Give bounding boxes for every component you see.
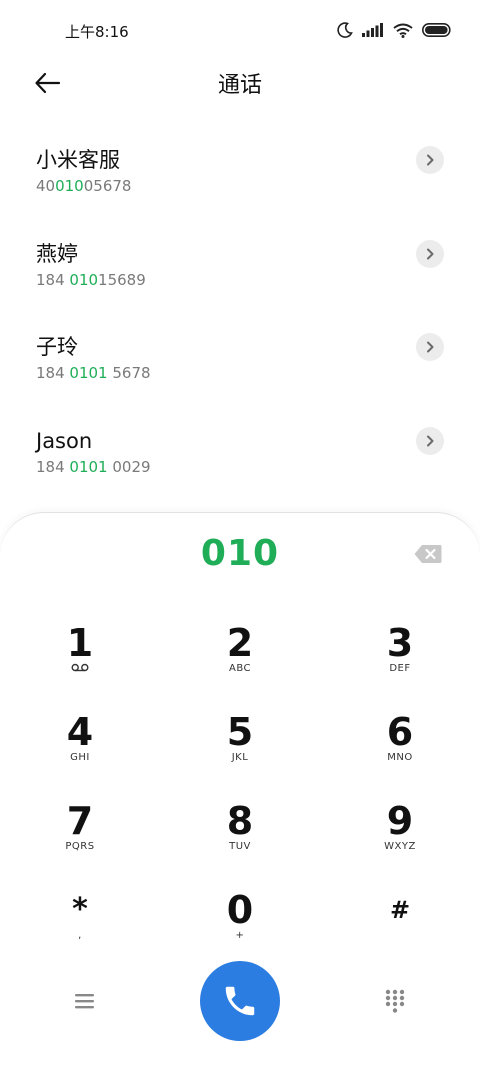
key-letters: ABC xyxy=(228,663,251,674)
key-digit: 7 xyxy=(66,799,94,843)
chevron-right-icon xyxy=(427,435,434,446)
status-icons xyxy=(337,22,452,38)
signal-icon xyxy=(362,23,383,37)
chevron-right-icon xyxy=(427,154,434,166)
key-6[interactable]: 6 MNO xyxy=(320,710,480,799)
key-4[interactable]: 4 GHI xyxy=(0,710,160,799)
dialpad-panel: 010 1 2 ABC 3 DEF 4 GHI 5 JKL 6 MNO 7 PQ… xyxy=(0,512,480,1066)
key-digit: 0 xyxy=(226,888,254,932)
key-letters: DEF xyxy=(389,663,411,674)
contact-number: 184 01015689 xyxy=(36,269,480,291)
dialpad-icon xyxy=(385,989,405,1013)
key-digit: 2 xyxy=(226,621,254,665)
phone-icon xyxy=(225,986,255,1016)
key-letters: TUV xyxy=(229,841,251,852)
number-suffix: 15689 xyxy=(98,270,146,289)
number-prefix: 184 xyxy=(36,457,70,476)
menu-button[interactable] xyxy=(72,990,98,1012)
number-match: 010 xyxy=(69,270,99,289)
contact-name: 燕婷 xyxy=(36,241,78,266)
contact-number: 184 0101 0029 xyxy=(36,456,480,478)
number-prefix: 184 xyxy=(36,364,70,382)
key-9[interactable]: 9 WXYZ xyxy=(320,799,480,888)
keypad-row: 1 2 ABC 3 DEF xyxy=(0,621,480,710)
dialpad-toggle-button[interactable] xyxy=(384,988,406,1014)
key-5[interactable]: 5 JKL xyxy=(160,710,320,799)
number-prefix: 40 xyxy=(36,177,56,195)
number-match: 0101 xyxy=(69,457,108,476)
number-suffix: 5678 xyxy=(107,364,151,382)
number-match: 010 xyxy=(55,177,84,195)
key-7[interactable]: 7 PQRS xyxy=(0,799,160,888)
key-digit: 6 xyxy=(386,710,414,754)
header: 通话 xyxy=(0,62,480,104)
key-letters: MNO xyxy=(387,752,413,763)
status-bar: 上午8:16 xyxy=(0,0,480,62)
wifi-icon xyxy=(393,23,413,38)
key-letters: + xyxy=(235,930,245,941)
contact-list: 小米客服 4001005678 燕婷 184 01015689 子玲 184 0… xyxy=(0,131,480,505)
key-letters: WXYZ xyxy=(384,841,416,852)
moon-icon xyxy=(337,22,353,38)
number-suffix: 05678 xyxy=(83,177,132,195)
bottom-bar xyxy=(0,961,480,1043)
list-item[interactable]: 小米客服 4001005678 xyxy=(0,131,480,225)
status-time: 上午8:16 xyxy=(65,23,129,41)
key-letters: PQRS xyxy=(65,841,95,852)
key-digit: 8 xyxy=(226,799,254,843)
backspace-icon xyxy=(414,545,442,563)
number-suffix: 0029 xyxy=(107,457,151,476)
contact-name: 子玲 xyxy=(36,335,78,359)
menu-icon xyxy=(75,994,94,1009)
key-digit: 9 xyxy=(386,799,414,843)
backspace-button[interactable] xyxy=(414,544,442,564)
contact-detail-button[interactable] xyxy=(416,333,444,361)
keypad-row: 7 PQRS 8 TUV 9 WXYZ xyxy=(0,799,480,888)
page-title: 通话 xyxy=(217,73,262,98)
keypad: 1 2 ABC 3 DEF 4 GHI 5 JKL 6 MNO 7 PQRS 8… xyxy=(0,621,480,977)
list-item[interactable]: 子玲 184 0101 5678 xyxy=(0,318,480,412)
key-letters: , xyxy=(78,930,82,941)
number-prefix: 184 xyxy=(36,270,70,289)
key-1[interactable]: 1 xyxy=(0,621,160,710)
key-3[interactable]: 3 DEF xyxy=(320,621,480,710)
contact-name: 小米客服 xyxy=(36,148,120,172)
keypad-row: 4 GHI 5 JKL 6 MNO xyxy=(0,710,480,799)
key-letters: GHI xyxy=(70,752,90,763)
battery-icon xyxy=(422,23,451,37)
chevron-right-icon xyxy=(427,248,434,259)
list-item[interactable]: 燕婷 184 01015689 xyxy=(0,225,480,319)
list-item[interactable]: Jason 184 0101 0029 xyxy=(0,412,480,506)
key-digit: 3 xyxy=(386,621,414,665)
key-2[interactable]: 2 ABC xyxy=(160,621,320,710)
key-digit: 1 xyxy=(66,621,94,665)
number-match: 0101 xyxy=(69,364,108,382)
key-digit: * xyxy=(72,892,88,927)
key-letters: JKL xyxy=(231,752,249,763)
chevron-right-icon xyxy=(427,341,434,353)
call-button[interactable] xyxy=(200,961,280,1041)
contact-detail-button[interactable] xyxy=(416,146,444,174)
key-digit: # xyxy=(389,896,411,924)
contact-detail-button[interactable] xyxy=(416,239,444,268)
contact-number: 184 0101 5678 xyxy=(36,362,480,384)
key-digit: 5 xyxy=(226,710,254,754)
contact-number: 4001005678 xyxy=(36,175,480,197)
key-8[interactable]: 8 TUV xyxy=(160,799,320,888)
key-digit: 4 xyxy=(66,710,94,754)
contact-name: Jason xyxy=(36,428,93,453)
contact-detail-button[interactable] xyxy=(416,426,444,455)
dialed-number[interactable]: 010 xyxy=(0,533,480,574)
